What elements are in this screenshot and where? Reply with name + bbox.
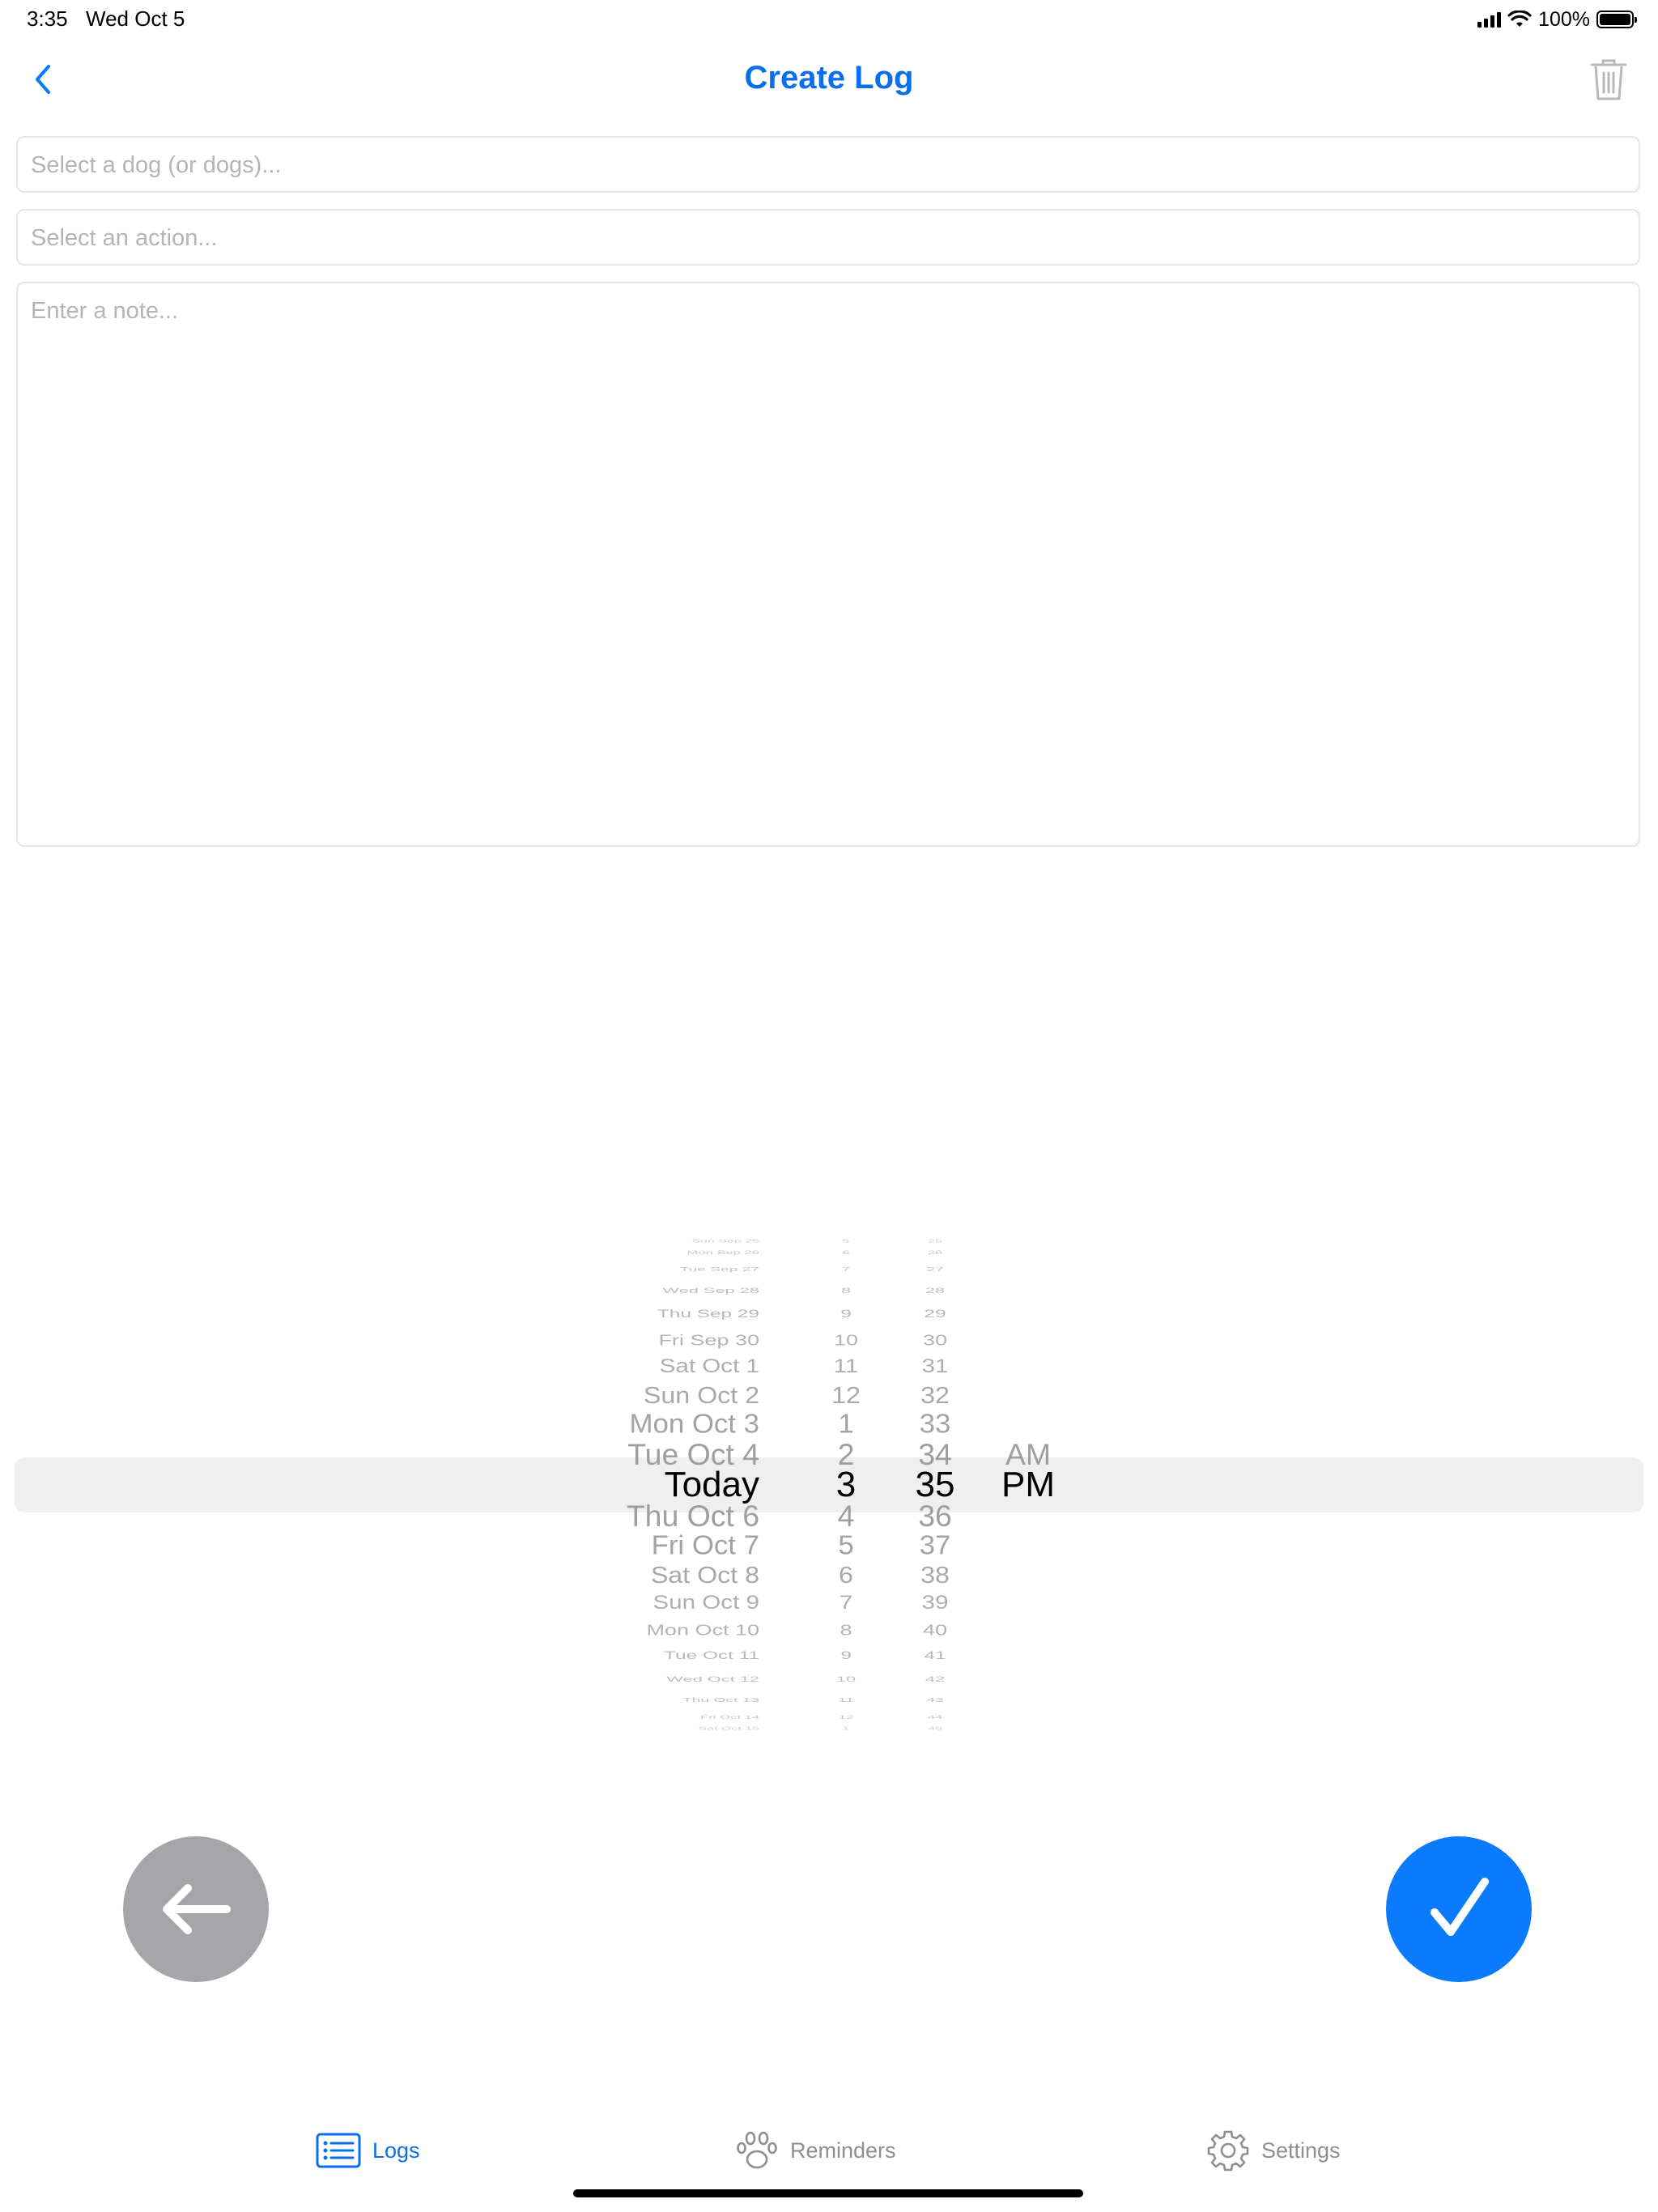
date-time-picker[interactable]: Sun Sep 25 5 25 Mon Sep 26 6 26 Tue Sep 27 7 27 W… — [0, 1117, 1658, 1846]
status-bar: 3:35 Wed Oct 5 100% — [0, 0, 1658, 39]
tab-reminders-label: Reminders — [790, 2138, 896, 2163]
battery-icon — [1596, 11, 1637, 28]
picker-minute: 45 — [928, 1725, 942, 1731]
arrow-left-icon — [163, 1884, 231, 1934]
tab-logs[interactable]: Logs — [316, 2128, 420, 2173]
picker-hour: 1 — [842, 1725, 850, 1731]
tab-logs-label: Logs — [372, 2138, 420, 2163]
wifi-icon — [1507, 11, 1532, 27]
trash-icon — [1590, 59, 1627, 100]
action-select-field[interactable]: Select an action... — [16, 209, 1640, 266]
checkmark-icon — [1431, 1878, 1489, 1936]
page-title: Create Log — [744, 60, 914, 96]
status-indicators: 100% — [1477, 6, 1637, 32]
cellular-signal-icon — [1477, 11, 1502, 28]
tab-reminders[interactable]: Reminders — [735, 2128, 896, 2173]
battery-percent: 100% — [1538, 7, 1590, 31]
status-date: Wed Oct 5 — [86, 6, 185, 31]
paw-icon — [737, 2131, 777, 2169]
picker-row[interactable]: Sat Oct 15 1 45 — [0, 1704, 1658, 1753]
home-indicator — [573, 2189, 1083, 2197]
tab-settings-label: Settings — [1261, 2138, 1341, 2163]
save-log-button[interactable] — [1386, 1836, 1532, 1982]
go-back-button[interactable] — [123, 1836, 269, 1982]
note-placeholder: Enter a note... — [31, 298, 179, 324]
action-select-placeholder: Select an action... — [31, 225, 218, 251]
gear-icon — [1207, 2130, 1249, 2172]
dog-select-placeholder: Select a dog (or dogs)... — [31, 152, 282, 178]
navigation-bar: Create Log — [0, 39, 1658, 120]
note-textarea[interactable]: Enter a note... — [16, 282, 1640, 847]
delete-button[interactable] — [1588, 57, 1629, 102]
dog-select-field[interactable]: Select a dog (or dogs)... — [16, 136, 1640, 193]
picker-date: Sat Oct 15 — [698, 1725, 759, 1731]
list-icon — [316, 2133, 361, 2168]
tab-bar: Logs Reminders Settings — [0, 2105, 1658, 2186]
status-time: 3:35 — [27, 6, 68, 31]
tab-settings[interactable]: Settings — [1206, 2128, 1341, 2173]
